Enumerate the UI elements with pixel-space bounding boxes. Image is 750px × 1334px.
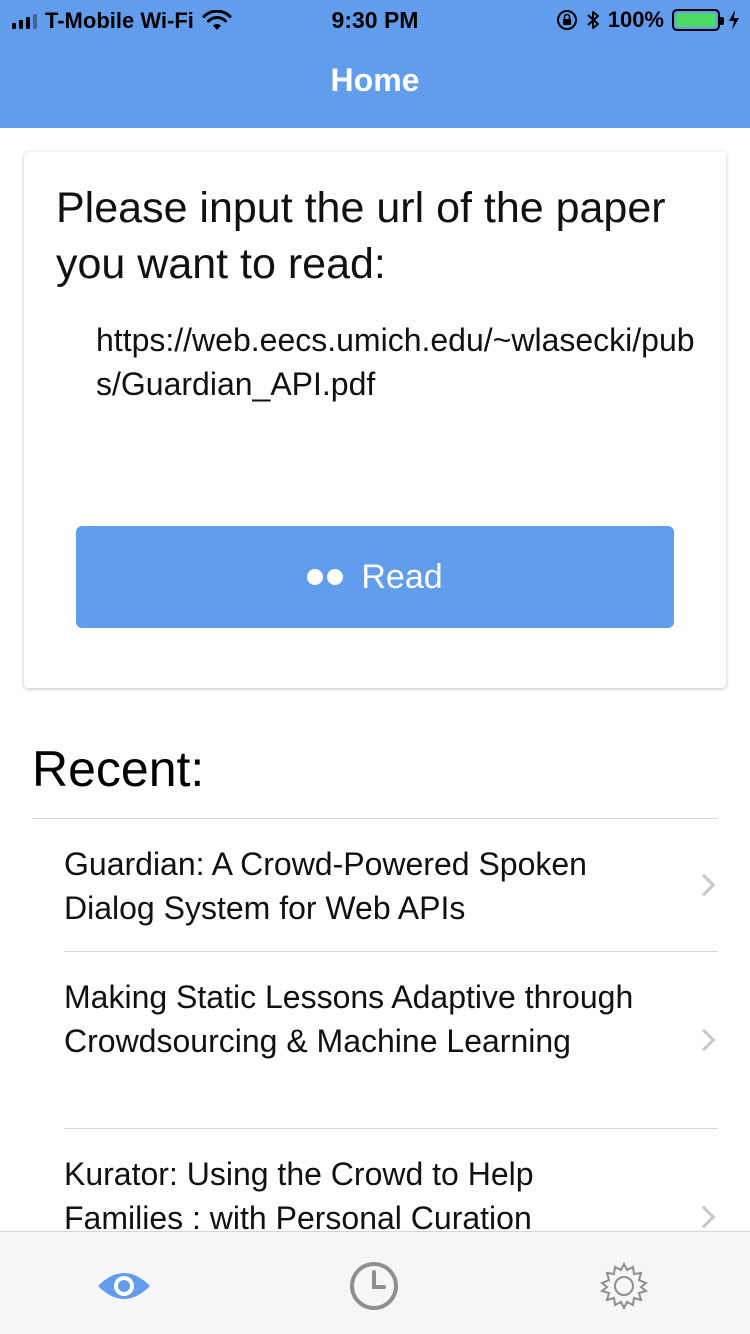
recent-heading: Recent: [32,741,205,797]
list-divider [64,1128,718,1129]
status-bar: T-Mobile Wi-Fi 9:30 PM 100% [0,0,750,40]
recent-item-label: Making Static Lessons Adaptive through C… [64,979,634,1059]
clock-icon [350,1262,398,1310]
charging-icon [729,10,739,30]
tab-bar [0,1231,750,1334]
battery-percent: 100% [607,7,664,32]
eye-icon [98,1273,150,1299]
recent-item-label: Guardian: A Crowd-Powered Spoken Dialog … [64,846,587,926]
page-title: Home [330,62,420,98]
glasses-icon [307,569,344,585]
recent-item[interactable]: Guardian: A Crowd-Powered Spoken Dialog … [64,842,718,930]
recent-item[interactable]: Making Static Lessons Adaptive through C… [64,975,718,1063]
list-divider [64,951,718,952]
app-screen: T-Mobile Wi-Fi 9:30 PM 100% Home Please … [0,0,750,1334]
url-prompt: Please input the url of the paper you wa… [56,184,666,288]
gear-icon [599,1261,649,1311]
status-right: 100% [556,7,740,33]
read-button-label: Read [361,557,443,596]
recent-item-label: Kurator: Using the Crowd to Help Familie… [64,1156,534,1236]
tab-history[interactable] [346,1258,402,1314]
tab-read[interactable] [96,1258,152,1314]
battery-icon [672,9,724,31]
recent-item[interactable]: Kurator: Using the Crowd to Help Familie… [64,1152,718,1240]
orientation-lock-icon [556,10,577,30]
tab-settings[interactable] [596,1258,652,1314]
header: T-Mobile Wi-Fi 9:30 PM 100% Home [0,0,750,128]
read-button[interactable]: Read [76,526,674,628]
url-input-field[interactable]: https://web.eecs.umich.edu/~wlasecki/pub… [96,318,696,406]
bluetooth-icon [587,11,599,29]
recent-divider [32,818,718,819]
url-input-card: Please input the url of the paper you wa… [24,152,726,688]
